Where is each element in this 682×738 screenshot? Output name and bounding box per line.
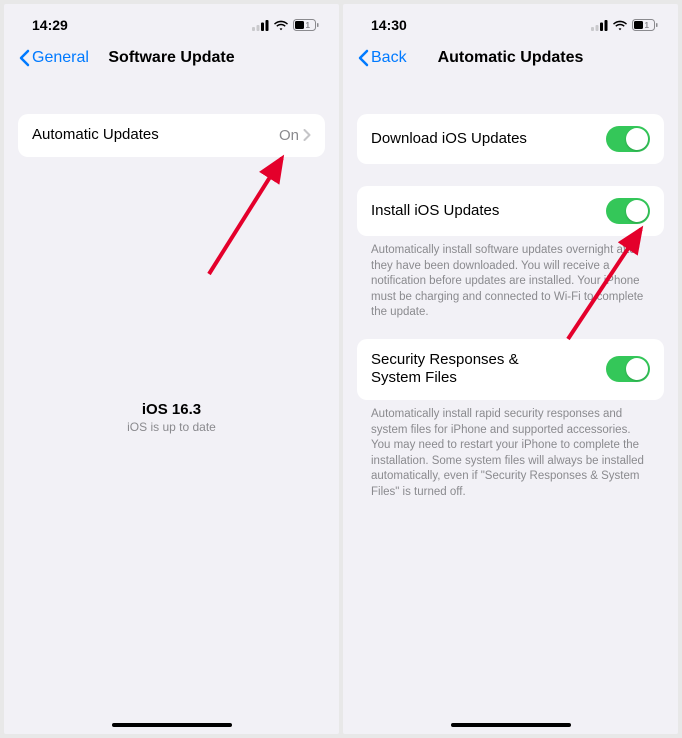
status-icons: 1	[591, 19, 658, 31]
security-toggle[interactable]	[606, 356, 650, 382]
ios-status-block: iOS 16.3 iOS is up to date	[18, 401, 325, 434]
home-indicator[interactable]	[451, 723, 571, 727]
automatic-updates-row[interactable]: Automatic Updates On	[18, 114, 325, 157]
phone-left: 14:29 1 General Software Update Automati…	[4, 4, 339, 734]
install-footer: Automatically install software updates o…	[357, 236, 664, 321]
row-label: Install iOS Updates	[371, 202, 499, 221]
back-label: Back	[371, 49, 407, 67]
row-label: Download iOS Updates	[371, 130, 527, 149]
nav-bar: General Software Update	[4, 40, 339, 80]
security-responses-row: Security Responses & System Files	[357, 339, 664, 401]
svg-text:1: 1	[306, 21, 311, 30]
row-value: On	[279, 127, 311, 144]
cellular-icon	[591, 20, 608, 31]
wifi-icon	[612, 20, 628, 31]
status-time: 14:29	[32, 17, 68, 33]
security-footer: Automatically install rapid security res…	[357, 400, 664, 500]
battery-icon: 1	[293, 19, 319, 31]
content-area: Automatic Updates On iOS 16.3 iOS is up …	[4, 80, 339, 734]
install-toggle[interactable]	[606, 198, 650, 224]
chevron-right-icon	[303, 129, 311, 141]
row-label: Automatic Updates	[32, 126, 159, 145]
content-area: Download iOS Updates Install iOS Updates…	[343, 80, 678, 734]
download-ios-updates-row: Download iOS Updates	[357, 114, 664, 164]
ios-version: iOS 16.3	[18, 401, 325, 418]
cellular-icon	[252, 20, 269, 31]
home-indicator[interactable]	[112, 723, 232, 727]
install-ios-updates-row: Install iOS Updates	[357, 186, 664, 236]
phone-right: 14:30 1 Back Automatic Updates Download …	[343, 4, 678, 734]
status-bar: 14:29 1	[4, 4, 339, 40]
page-title: Software Update	[108, 49, 234, 67]
status-time: 14:30	[371, 17, 407, 33]
svg-text:1: 1	[645, 21, 650, 30]
row-label: Security Responses & System Files	[371, 351, 571, 389]
battery-icon: 1	[632, 19, 658, 31]
back-label: General	[32, 49, 89, 67]
status-icons: 1	[252, 19, 319, 31]
back-button[interactable]: General	[18, 49, 89, 67]
page-title: Automatic Updates	[438, 49, 584, 67]
chevron-left-icon	[357, 49, 369, 67]
wifi-icon	[273, 20, 289, 31]
ios-status-text: iOS is up to date	[18, 420, 325, 434]
download-toggle[interactable]	[606, 126, 650, 152]
status-bar: 14:30 1	[343, 4, 678, 40]
chevron-left-icon	[18, 49, 30, 67]
nav-bar: Back Automatic Updates	[343, 40, 678, 80]
back-button[interactable]: Back	[357, 49, 407, 67]
